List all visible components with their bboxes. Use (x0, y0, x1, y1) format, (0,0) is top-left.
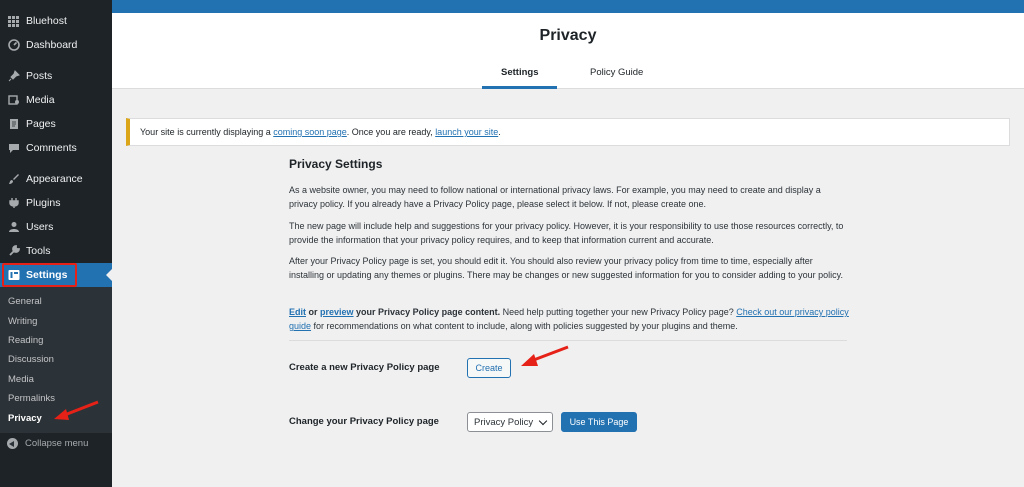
notice-text-end: . (498, 127, 501, 137)
privacy-page-select[interactable]: Privacy Policy (467, 412, 553, 432)
submenu-item-permalinks[interactable]: Permalinks (8, 393, 55, 404)
brush-icon (7, 173, 20, 186)
sidebar-item-label: Dashboard (26, 39, 78, 51)
sidebar-item-label: Posts (26, 70, 53, 82)
collapse-icon (7, 438, 18, 449)
sidebar-item-dashboard[interactable]: Dashboard (0, 33, 112, 57)
notice-text-middle: . Once you are ready, (346, 127, 436, 137)
preview-link[interactable]: preview (320, 307, 354, 317)
launch-site-link[interactable]: launch your site (435, 127, 498, 137)
submenu-item-reading[interactable]: Reading (8, 335, 43, 346)
sidebar-item-label: Settings (26, 269, 68, 281)
grid-icon (7, 15, 20, 28)
help-text: Need help putting together your new Priv… (500, 307, 737, 317)
settings-submenu: General Writing Reading Discussion Media… (0, 287, 112, 433)
sidebar-item-label: Users (26, 221, 54, 233)
sidebar-item-tools[interactable]: Tools (0, 239, 112, 263)
coming-soon-page-link[interactable]: coming soon page (273, 127, 347, 137)
edit-preview-paragraph: Edit or preview your Privacy Policy page… (289, 305, 849, 333)
submenu-item-writing[interactable]: Writing (8, 316, 37, 327)
user-icon (7, 221, 20, 234)
select-value: Privacy Policy (474, 416, 534, 428)
active-tab-indicator (482, 86, 557, 89)
create-button[interactable]: Create (467, 358, 511, 378)
sidebar-item-pages[interactable]: Pages (0, 112, 112, 136)
change-policy-label: Change your Privacy Policy page (289, 416, 439, 427)
tab-settings[interactable]: Settings (501, 67, 538, 78)
sidebar-item-label: Bluehost (26, 15, 67, 27)
intro-paragraph: As a website owner, you may need to foll… (289, 185, 821, 209)
media-icon (7, 94, 20, 107)
page-header: Privacy Settings Policy Guide (112, 13, 1024, 89)
page-icon (7, 118, 20, 131)
sidebar-item-posts[interactable]: Posts (0, 64, 112, 88)
collapse-menu-label: Collapse menu (25, 438, 89, 449)
wrench-icon (7, 245, 20, 258)
sidebar-item-label: Tools (26, 245, 51, 257)
submenu-item-general[interactable]: General (8, 296, 42, 307)
section-heading: Privacy Settings (289, 157, 383, 171)
notice-text: Your site is currently displaying a (140, 127, 274, 137)
pin-icon (7, 70, 20, 83)
sidebar-item-label: Comments (26, 142, 77, 154)
sidebar-item-label: Appearance (26, 173, 83, 185)
admin-sidebar: Bluehost Dashboard Posts Media Pages Com… (0, 0, 112, 487)
coming-soon-notice: Your site is currently displaying a comi… (126, 118, 1010, 146)
edit-advice-paragraph: After your Privacy Policy page is set, y… (289, 256, 843, 280)
sidebar-item-label: Plugins (26, 197, 61, 209)
dashboard-icon (7, 39, 20, 52)
top-accent-bar (112, 0, 1024, 13)
sidebar-item-plugins[interactable]: Plugins (0, 191, 112, 215)
settings-icon (7, 269, 20, 282)
sidebar-item-label: Pages (26, 118, 56, 130)
sidebar-item-bluehost[interactable]: Bluehost (0, 9, 112, 33)
create-policy-label: Create a new Privacy Policy page (289, 362, 440, 373)
sidebar-item-settings[interactable]: Settings (0, 263, 112, 287)
tab-policy-guide[interactable]: Policy Guide (590, 67, 643, 78)
use-this-page-button[interactable]: Use This Page (561, 412, 637, 432)
submenu-item-media[interactable]: Media (8, 374, 34, 385)
sidebar-item-media[interactable]: Media (0, 88, 112, 112)
submenu-item-privacy[interactable]: Privacy (8, 413, 42, 424)
chevron-down-icon (538, 416, 548, 426)
sidebar-item-appearance[interactable]: Appearance (0, 167, 112, 191)
divider (289, 340, 847, 341)
new-page-paragraph: The new page will include help and sugge… (289, 221, 844, 245)
sidebar-item-label: Media (26, 94, 55, 106)
plug-icon (7, 197, 20, 210)
sidebar-item-users[interactable]: Users (0, 215, 112, 239)
or-text: or (306, 307, 321, 317)
content-text: your Privacy Policy page content. (353, 307, 501, 317)
submenu-item-discussion[interactable]: Discussion (8, 354, 54, 365)
collapse-menu-button[interactable]: Collapse menu (7, 438, 88, 449)
page-title: Privacy (539, 27, 597, 44)
edit-link[interactable]: Edit (289, 307, 306, 317)
annotation-arrow-icon (521, 345, 569, 366)
comment-icon (7, 142, 20, 155)
sidebar-item-comments[interactable]: Comments (0, 136, 112, 160)
recommendations-text: for recommendations on what content to i… (311, 321, 738, 331)
